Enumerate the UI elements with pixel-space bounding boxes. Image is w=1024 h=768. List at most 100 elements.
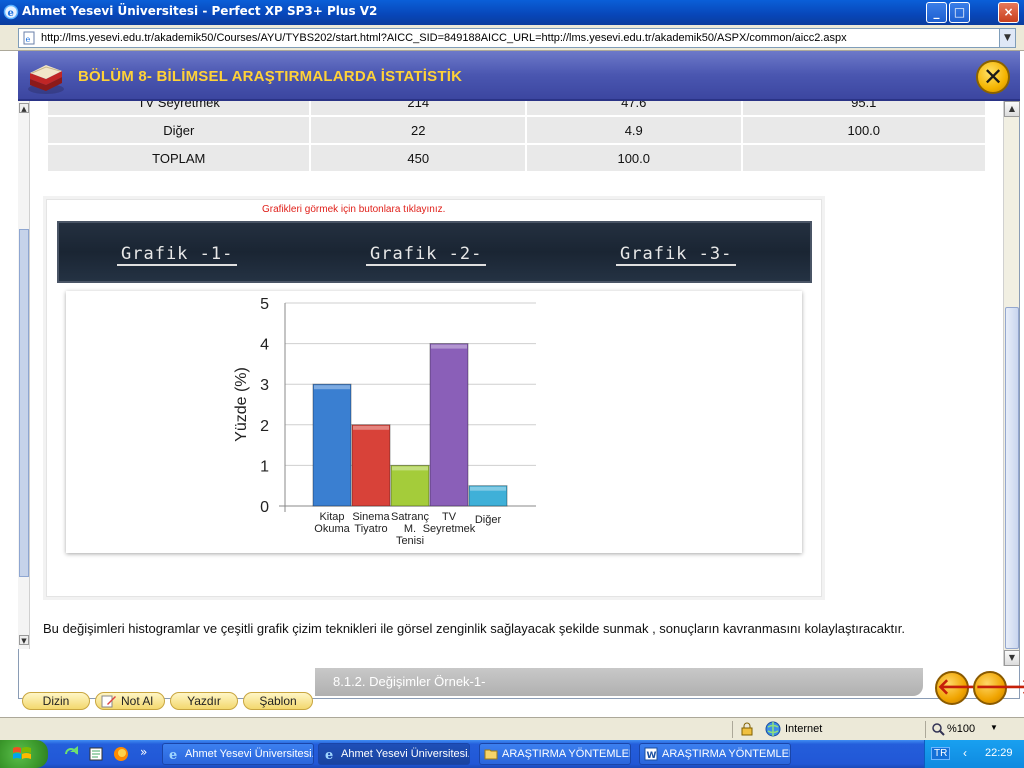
internet-explorer-icon: e bbox=[169, 748, 177, 761]
y-tick-label: 2 bbox=[260, 418, 269, 435]
x-tick-label: TV bbox=[442, 511, 457, 523]
notepad-icon[interactable] bbox=[88, 746, 104, 762]
frequency-table-container: TV Seyretmek 214 47.6 95.1 Diğer 22 4.9 100.0 TO… bbox=[46, 101, 987, 176]
language-indicator[interactable]: TR bbox=[931, 747, 951, 760]
table-cell bbox=[740, 143, 987, 173]
quicklaunch-more-icon[interactable]: » bbox=[140, 745, 147, 759]
sablon-button[interactable]: Şablon bbox=[243, 692, 313, 710]
bar-chart: 0 1 2 3 4 5 Yüzde (%) KitapOkumaSinemaTiyatro Sa… bbox=[233, 296, 536, 547]
previous-page-button[interactable]: 🡐 bbox=[935, 671, 996, 705]
rail-down-arrow-icon[interactable]: ▼ bbox=[19, 635, 29, 645]
status-divider bbox=[925, 721, 926, 738]
tray-expand-icon[interactable]: ‹ bbox=[963, 746, 967, 760]
left-scroll-rail[interactable]: ▲ ▼ bbox=[18, 101, 30, 649]
x-tick-label: Okuma bbox=[314, 523, 350, 535]
security-zone: Internet bbox=[785, 723, 823, 735]
start-button[interactable] bbox=[0, 740, 48, 768]
zoom-icon bbox=[932, 723, 945, 736]
address-url: http://lms.yesevi.edu.tr/akademik50/Cour… bbox=[41, 32, 847, 44]
internet-explorer-icon: e bbox=[325, 748, 333, 761]
table-cell: 100.0 bbox=[740, 115, 987, 145]
y-tick-label: 1 bbox=[260, 458, 269, 475]
table-cell: 100.0 bbox=[524, 143, 743, 173]
system-tray: TR ‹ 22:29 bbox=[924, 740, 1024, 768]
folder-icon bbox=[484, 749, 498, 760]
table-cell: 450 bbox=[309, 143, 527, 173]
lock-warning-icon bbox=[741, 722, 753, 736]
maximize-button[interactable]: □ bbox=[949, 2, 970, 23]
yazdir-button[interactable]: Yazdır bbox=[170, 692, 238, 710]
taskbar-item-label: Ahmet Yesevi Üniversitesi... bbox=[185, 748, 314, 760]
svg-text:e: e bbox=[26, 35, 31, 44]
grafik-2-button[interactable]: Grafik -2- bbox=[366, 244, 487, 266]
rail-thumb[interactable] bbox=[19, 229, 29, 577]
zoom-level[interactable]: %100 bbox=[947, 723, 975, 735]
course-close-button[interactable]: ✕ bbox=[976, 60, 1010, 94]
taskbar-item-label: ARAŞTIRMA YÖNTEMLERİ... bbox=[502, 748, 630, 760]
grafik-1-button[interactable]: Grafik -1- bbox=[117, 244, 238, 266]
taskbar-item-label: ARAŞTIRMA YÖNTEMLERİ... bbox=[662, 748, 790, 760]
window-title: Ahmet Yesevi Üniversitesi - Perfect XP S… bbox=[22, 4, 378, 18]
taskbar-item-ie-1[interactable]: e Ahmet Yesevi Üniversitesi... bbox=[162, 743, 314, 765]
y-tick-label: 3 bbox=[260, 377, 269, 394]
table-cell: Diğer bbox=[46, 115, 312, 145]
taskbar-item-word[interactable]: W ARAŞTIRMA YÖNTEMLERİ... bbox=[639, 743, 791, 765]
windows-logo-icon bbox=[13, 747, 31, 759]
scroll-thumb[interactable] bbox=[1005, 307, 1019, 649]
scroll-up-button[interactable]: ▲ bbox=[1004, 101, 1020, 117]
scroll-down-button[interactable]: ▼ bbox=[1004, 650, 1020, 666]
bar-highlight bbox=[392, 466, 428, 471]
table-cell: TOPLAM bbox=[46, 143, 312, 173]
not-al-button[interactable]: Not Al bbox=[95, 692, 165, 710]
svg-text:e: e bbox=[169, 748, 177, 761]
table-row: TV Seyretmek 214 47.6 95.1 bbox=[46, 101, 987, 117]
frequency-table: TV Seyretmek 214 47.6 95.1 Diğer 22 4.9 100.0 TO… bbox=[46, 101, 987, 173]
x-tick-label: Kitap bbox=[319, 511, 344, 523]
status-bar: Internet %100 ▼ bbox=[0, 717, 1024, 740]
table-cell: 47.6 bbox=[524, 101, 743, 117]
course-header: BÖLÜM 8- BİLİMSEL ARAŞTIRMALARDA İSTATİS… bbox=[18, 51, 1020, 101]
word-document-icon: W bbox=[644, 747, 658, 761]
x-tick-label: Diğer bbox=[475, 514, 502, 526]
bar-highlight bbox=[314, 385, 350, 390]
internet-explorer-icon: e bbox=[3, 4, 19, 20]
y-tick-label: 5 bbox=[260, 296, 269, 313]
globe-icon bbox=[765, 721, 781, 737]
x-tick-label: Sinema bbox=[352, 511, 390, 523]
chart-hint: Grafikleri görmek için butonlara tıklayı… bbox=[262, 204, 446, 215]
vertical-scrollbar[interactable]: ▲ ▼ bbox=[1003, 101, 1020, 666]
clock: 22:29 bbox=[985, 747, 1013, 759]
taskbar-item-ie-2[interactable]: e Ahmet Yesevi Üniversitesi... bbox=[318, 743, 470, 765]
table-cell: 4.9 bbox=[524, 115, 743, 145]
zoom-dropdown-icon[interactable]: ▼ bbox=[990, 723, 998, 732]
rail-up-arrow-icon[interactable]: ▲ bbox=[19, 103, 29, 113]
address-field[interactable]: e http://lms.yesevi.edu.tr/akademik50/Co… bbox=[18, 28, 1016, 48]
taskbar: » e Ahmet Yesevi Üniversitesi... e Ahmet… bbox=[0, 740, 1024, 768]
refresh-icon[interactable] bbox=[63, 746, 79, 762]
y-axis-label: Yüzde (%) bbox=[233, 367, 250, 442]
minimize-button[interactable]: _ bbox=[926, 2, 947, 23]
taskbar-item-folder[interactable]: ARAŞTIRMA YÖNTEMLERİ... bbox=[479, 743, 631, 765]
arrow-right-icon: 🡒 bbox=[975, 675, 1024, 700]
window-close-button[interactable]: × bbox=[998, 2, 1019, 23]
firefox-icon[interactable] bbox=[113, 746, 129, 762]
chart-button-bar: Grafik -1- Grafik -2- Grafik -3- bbox=[57, 221, 812, 283]
page-strip: 8.1.2. Değişimler Örnek-1- bbox=[315, 668, 923, 696]
title-bar[interactable]: e Ahmet Yesevi Üniversitesi - Perfect XP… bbox=[0, 0, 1024, 25]
bar bbox=[312, 383, 352, 507]
chapter-title: BÖLÜM 8- BİLİMSEL ARAŞTIRMALARDA İSTATİS… bbox=[78, 68, 463, 85]
next-page-button[interactable]: 🡒 bbox=[973, 671, 1024, 705]
y-tick-label: 4 bbox=[260, 337, 269, 354]
chart-card: 0 1 2 3 4 5 Yüzde (%) Kitap Okuma Sinema Tiyatro Sa… bbox=[66, 291, 802, 553]
address-bar: e http://lms.yesevi.edu.tr/akademik50/Co… bbox=[0, 25, 1024, 51]
bar bbox=[429, 343, 469, 507]
grafik-3-button[interactable]: Grafik -3- bbox=[616, 244, 737, 266]
bar-highlight bbox=[353, 425, 389, 430]
address-dropdown-button[interactable]: ▼ bbox=[999, 29, 1015, 47]
x-tick-label: Satranç bbox=[391, 511, 429, 523]
dizin-button[interactable]: Dizin bbox=[22, 692, 90, 710]
not-al-label: Not Al bbox=[120, 694, 153, 708]
table-row: Diğer 22 4.9 100.0 bbox=[46, 115, 987, 145]
svg-text:e: e bbox=[325, 748, 333, 761]
bar bbox=[390, 464, 430, 507]
